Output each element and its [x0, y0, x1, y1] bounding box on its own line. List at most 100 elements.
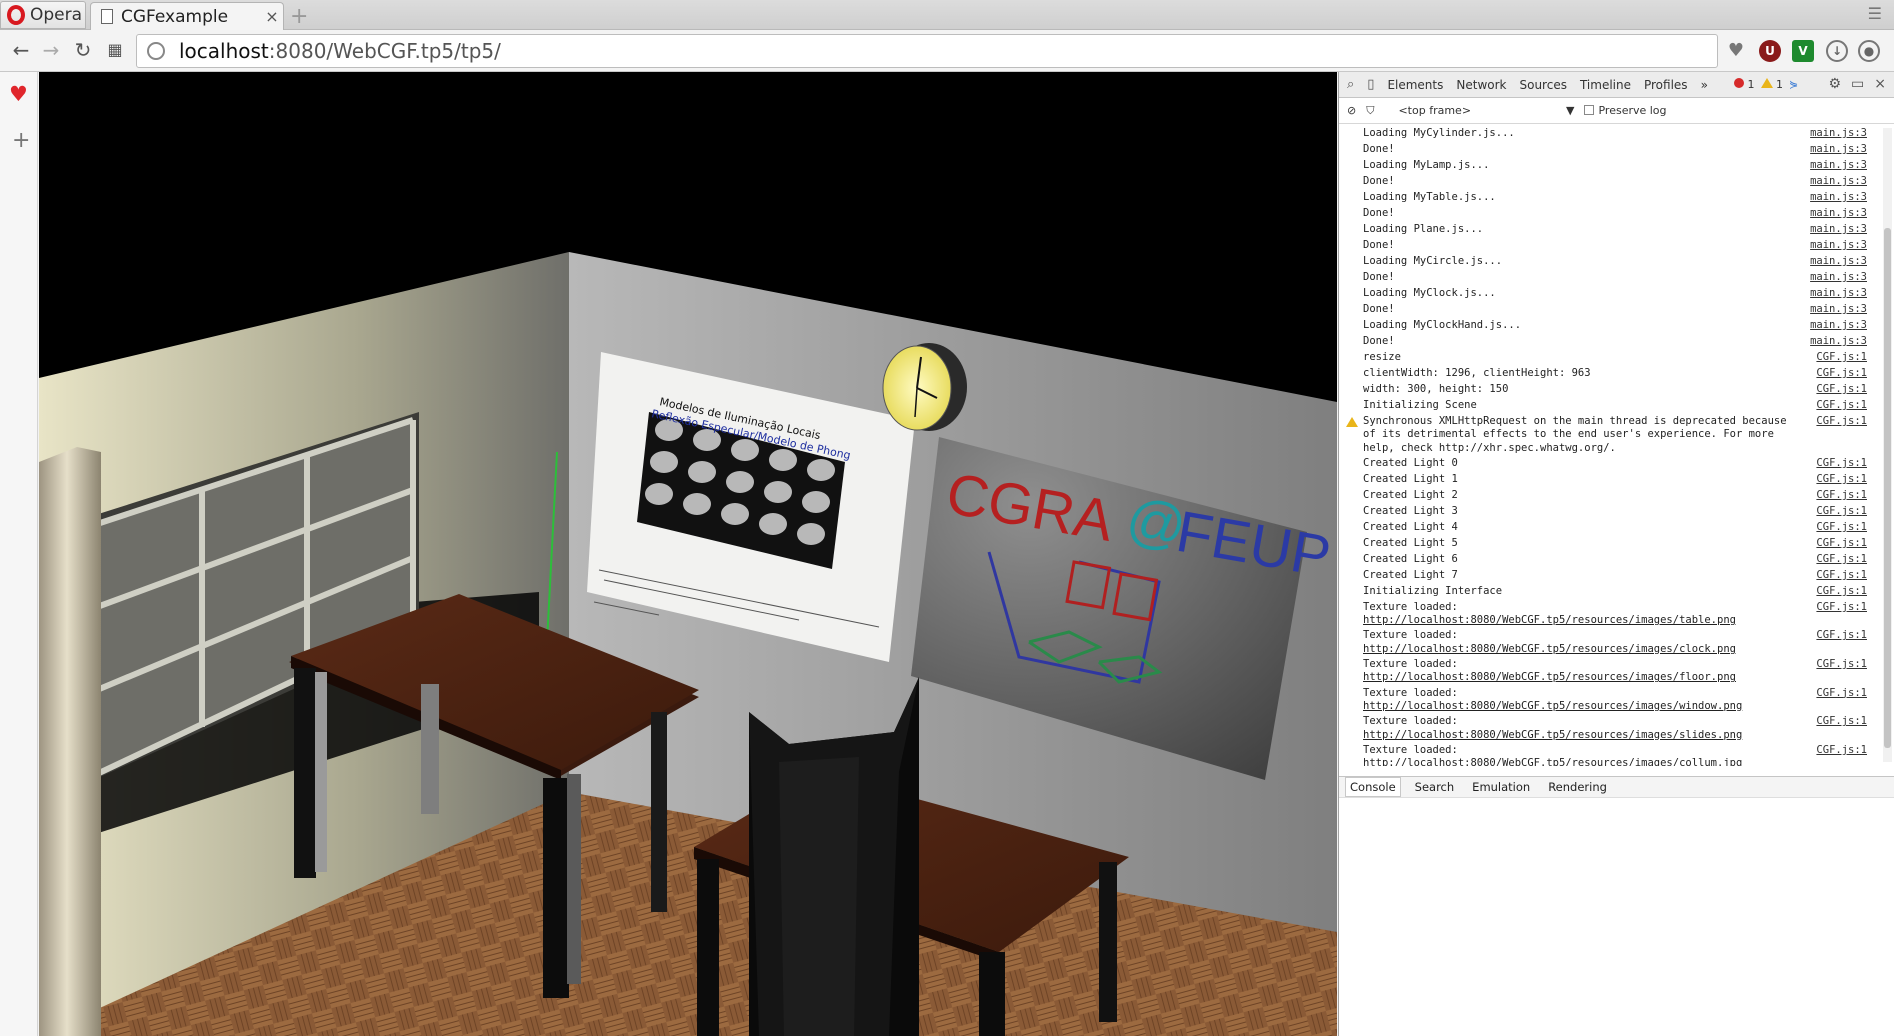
console-source-link[interactable]: CGF.js:1 — [1816, 473, 1867, 486]
back-arrow-icon[interactable]: ← — [8, 38, 34, 62]
bookmark-heart-icon[interactable]: ♥ — [1725, 40, 1747, 62]
opera-menu-label: Opera — [30, 5, 83, 25]
dock-side-icon[interactable]: ▭ — [1851, 76, 1864, 92]
console-url-link[interactable]: http://localhost:8080/WebCGF.tp5/resourc… — [1363, 700, 1742, 712]
console-source-link[interactable]: CGF.js:1 — [1816, 601, 1867, 614]
tab-elements[interactable]: Elements — [1387, 78, 1443, 92]
console-row: Initializing Scene CGF.js:1 — [1339, 398, 1879, 414]
console-source-link[interactable]: CGF.js:1 — [1816, 715, 1867, 728]
reload-icon[interactable]: ↻ — [70, 38, 96, 62]
vimium-extension-icon[interactable]: V — [1792, 40, 1814, 62]
sidebar-add-icon[interactable]: + — [12, 128, 30, 153]
console-url-link[interactable]: http://localhost:8080/WebCGF.tp5/resourc… — [1363, 614, 1736, 626]
tab-close-icon[interactable]: × — [261, 7, 283, 26]
checkbox-box[interactable] — [1584, 105, 1595, 115]
tab-timeline[interactable]: Timeline — [1580, 78, 1631, 92]
inspect-search-icon[interactable]: ⌕ — [1347, 77, 1354, 92]
filter-icon[interactable]: ⛉ — [1366, 104, 1374, 118]
clear-console-icon[interactable]: ⊘ — [1347, 104, 1356, 117]
console-row: Texture loaded: http://localhost:8080/Web… — [1339, 714, 1879, 743]
issue-counter[interactable]: 1 1 ⋟ — [1734, 78, 1798, 91]
console-source-link[interactable]: main.js:3 — [1810, 303, 1867, 316]
new-tab-button[interactable]: + — [290, 4, 308, 29]
preserve-log-checkbox[interactable]: Preserve log — [1584, 104, 1667, 117]
drawer-tab-emulation[interactable]: Emulation — [1468, 778, 1534, 796]
console-source-link[interactable]: main.js:3 — [1810, 319, 1867, 332]
console-source-link[interactable]: CGF.js:1 — [1816, 505, 1867, 518]
console-source-link[interactable]: CGF.js:1 — [1816, 569, 1867, 582]
tab-menu-icon[interactable]: ☰ — [1868, 4, 1882, 23]
console-row: Done! main.js:3 — [1339, 302, 1879, 318]
account-icon[interactable]: ● — [1858, 40, 1880, 62]
opera-menu-button[interactable]: Opera — [0, 1, 86, 29]
console-source-link[interactable]: CGF.js:1 — [1816, 367, 1867, 380]
console-url-link[interactable]: http://localhost:8080/WebCGF.tp5/resourc… — [1363, 729, 1742, 741]
frame-selector[interactable]: <top frame> ▼ — [1384, 104, 1574, 117]
console-source-link[interactable]: CGF.js:1 — [1816, 457, 1867, 470]
console-source-link[interactable]: main.js:3 — [1810, 159, 1867, 172]
console-source-link[interactable]: CGF.js:1 — [1816, 553, 1867, 566]
speed-dial-grid-icon[interactable]: ▦ — [102, 40, 128, 59]
console-message-text: Done! — [1363, 207, 1395, 219]
console-source-link[interactable]: main.js:3 — [1810, 207, 1867, 220]
console-row: Texture loaded: http://localhost:8080/Web… — [1339, 600, 1879, 629]
drawer-tab-console[interactable]: Console — [1345, 777, 1401, 797]
forward-arrow-icon[interactable]: → — [38, 38, 64, 62]
console-drawer-icon[interactable]: ⋟ — [1789, 78, 1798, 91]
console-source-link[interactable]: CGF.js:1 — [1816, 687, 1867, 700]
scrollbar-thumb[interactable] — [1884, 228, 1891, 748]
console-source-link[interactable]: main.js:3 — [1810, 255, 1867, 268]
console-source-link[interactable]: main.js:3 — [1810, 223, 1867, 236]
console-source-link[interactable]: main.js:3 — [1810, 271, 1867, 284]
console-source-link[interactable]: CGF.js:1 — [1816, 399, 1867, 412]
console-source-link[interactable]: main.js:3 — [1810, 191, 1867, 204]
console-row: width: 300, height: 150 CGF.js:1 — [1339, 382, 1879, 398]
console-url-link[interactable]: http://localhost:8080/WebCGF.tp5/resourc… — [1363, 643, 1736, 655]
console-source-link[interactable]: main.js:3 — [1810, 175, 1867, 188]
site-info-icon[interactable] — [147, 42, 165, 60]
console-scrollbar[interactable] — [1883, 128, 1892, 762]
console-source-link[interactable]: CGF.js:1 — [1816, 658, 1867, 671]
console-url-link[interactable]: http://localhost:8080/WebCGF.tp5/resourc… — [1363, 671, 1736, 683]
console-message-text: Loading MyTable.js... — [1363, 191, 1496, 203]
url-text[interactable]: localhost:8080/WebCGF.tp5/tp5/ — [179, 39, 501, 63]
webgl-canvas[interactable]: Modelos de Iluminação Locais Reflexão Es… — [39, 72, 1337, 1036]
console-source-link[interactable]: main.js:3 — [1810, 127, 1867, 140]
address-bar[interactable]: localhost:8080/WebCGF.tp5/tp5/ — [136, 34, 1718, 68]
console-message-text: Created Light 7 — [1363, 568, 1458, 581]
console-row: Loading MyLamp.js... main.js:3 — [1339, 158, 1879, 174]
tab-sources[interactable]: Sources — [1519, 78, 1566, 92]
console-source-link[interactable]: CGF.js:1 — [1816, 383, 1867, 396]
console-message-text: Created Light 5 — [1363, 536, 1458, 549]
console-url-link[interactable]: http://localhost:8080/WebCGF.tp5/resourc… — [1363, 757, 1742, 766]
console-message-text: Done! — [1363, 239, 1395, 251]
console-source-link[interactable]: main.js:3 — [1810, 143, 1867, 156]
device-mode-icon[interactable]: ▯ — [1367, 77, 1374, 92]
console-source-link[interactable]: CGF.js:1 — [1816, 351, 1867, 364]
console-source-link[interactable]: main.js:3 — [1810, 335, 1867, 348]
more-tabs-icon[interactable]: » — [1701, 78, 1708, 92]
console-source-link[interactable]: CGF.js:1 — [1816, 629, 1867, 642]
opera-sidebar: ♥ + — [0, 72, 38, 1036]
console-row: Loading MyCylinder.js... main.js:3 — [1339, 126, 1879, 142]
console-source-link[interactable]: main.js:3 — [1810, 239, 1867, 252]
console-source-link[interactable]: main.js:3 — [1810, 287, 1867, 300]
drawer-tab-search[interactable]: Search — [1411, 778, 1459, 796]
console-message-text: Created Light 6 — [1363, 552, 1458, 565]
console-source-link[interactable]: CGF.js:1 — [1816, 537, 1867, 550]
download-icon[interactable]: ↓ — [1826, 40, 1848, 62]
console-source-link[interactable]: CGF.js:1 — [1816, 415, 1867, 428]
console-source-link[interactable]: CGF.js:1 — [1816, 489, 1867, 502]
tab-profiles[interactable]: Profiles — [1644, 78, 1688, 92]
drawer-tab-rendering[interactable]: Rendering — [1544, 778, 1611, 796]
settings-gear-icon[interactable]: ⚙ — [1828, 76, 1841, 92]
tab-network[interactable]: Network — [1456, 78, 1506, 92]
stash-heart-icon[interactable]: ♥ — [9, 82, 28, 106]
close-devtools-icon[interactable]: × — [1874, 76, 1886, 92]
tab-cgfexample[interactable]: CGFexample × — [90, 2, 284, 30]
ublock-extension-icon[interactable]: U — [1759, 40, 1781, 62]
console-source-link[interactable]: CGF.js:1 — [1816, 585, 1867, 598]
tab-strip: Opera CGFexample × + ☰ — [0, 0, 1894, 30]
console-source-link[interactable]: CGF.js:1 — [1816, 744, 1867, 757]
console-source-link[interactable]: CGF.js:1 — [1816, 521, 1867, 534]
